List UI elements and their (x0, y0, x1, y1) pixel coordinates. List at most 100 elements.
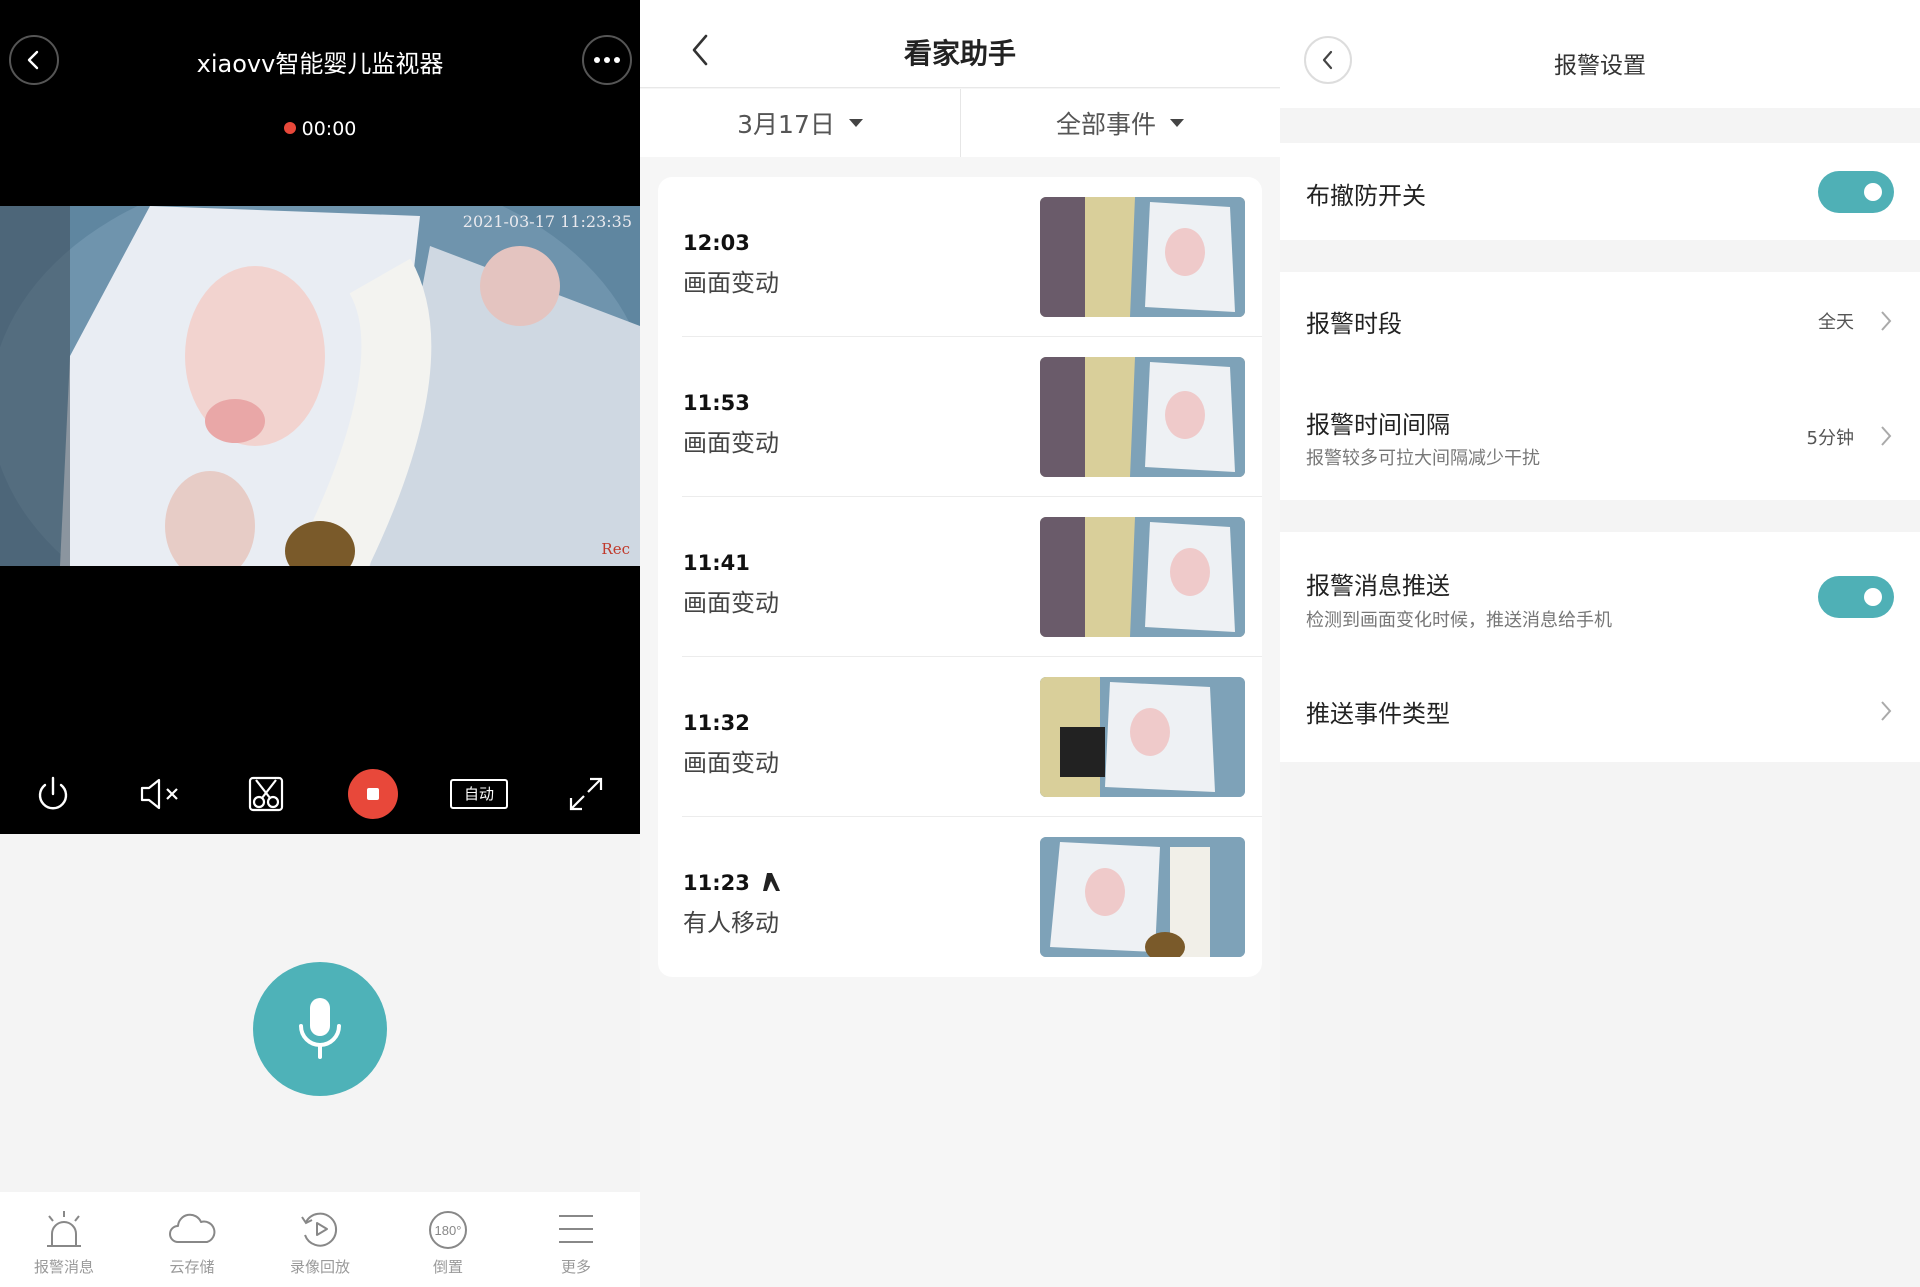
scissors-icon (248, 776, 284, 812)
rotate-180-icon: 180° (429, 1211, 467, 1249)
tab-label: 更多 (560, 1258, 591, 1276)
cloud-icon (169, 1213, 216, 1243)
event-thumbnail[interactable] (1040, 517, 1245, 637)
event-item[interactable]: 12:03 画面变动 (658, 177, 1262, 337)
tab-label: 报警消息 (33, 1258, 94, 1276)
event-item[interactable]: 11:32 画面变动 (658, 657, 1262, 817)
arm-switch-section: 布撤防开关 (1280, 143, 1920, 240)
push-label: 报警消息推送 (1306, 572, 1450, 600)
live-view-dark-area: xiaovv智能婴儿监视器 00:00 2021-03-17 11:23:35 … (0, 0, 640, 834)
event-type: 有人移动 (683, 909, 779, 937)
event-item[interactable]: 11:23 有人移动 (658, 817, 1262, 977)
tab-more[interactable]: 更多 (512, 1192, 640, 1287)
event-list: 12:03 画面变动 11:53 画面变动 11:41 画面变动 11:32 画… (658, 177, 1262, 977)
recording-indicator: 00:00 (0, 118, 640, 140)
camera-frame-image (0, 206, 640, 566)
thumbnail-image (1040, 677, 1245, 797)
alarm-period-label: 报警时段 (1306, 310, 1402, 338)
menu-icon (559, 1215, 593, 1243)
alarm-period-value: 全天 (1818, 312, 1854, 333)
thumbnail-image (1040, 517, 1245, 637)
event-thumbnail[interactable] (1040, 677, 1245, 797)
tab-flip[interactable]: 180° 倒置 (384, 1192, 512, 1287)
more-options-button[interactable] (582, 35, 632, 85)
caret-down-icon (1170, 119, 1184, 127)
quality-button[interactable]: 自动 (448, 770, 510, 818)
talk-button[interactable] (253, 962, 387, 1096)
tab-playback[interactable]: 录像回放 (256, 1192, 384, 1287)
fullscreen-button[interactable] (558, 770, 614, 818)
device-title: xiaovv智能婴儿监视器 (196, 50, 444, 78)
video-rec-mark: Rec (601, 540, 630, 558)
caret-down-icon (848, 119, 863, 127)
tab-alarm-messages[interactable]: 报警消息 (0, 1192, 128, 1287)
event-time-row: 11:23 (683, 871, 784, 895)
person-walking-icon (762, 873, 780, 891)
home-assistant-screen: 看家助手 3月17日 全部事件 12:03 画面变动 11:53 画面变动 11… (640, 0, 1280, 1287)
event-filter-label: 全部事件 (1055, 110, 1156, 139)
event-type: 画面变动 (683, 749, 779, 777)
event-time: 12:03 (683, 231, 750, 255)
power-button[interactable] (25, 770, 81, 818)
alarm-period-row[interactable]: 报警时段 全天 (1280, 272, 1920, 372)
chevron-right-icon (1881, 311, 1892, 331)
event-thumbnail[interactable] (1040, 357, 1245, 477)
event-thumbnail[interactable] (1040, 197, 1245, 317)
event-time: 11:32 (683, 711, 750, 735)
alarm-interval-value: 5分钟 (1806, 428, 1854, 449)
date-filter-label: 3月17日 (737, 110, 835, 139)
push-hint: 检测到画面变化时候，推送消息给手机 (1306, 610, 1612, 631)
alarm-icon (47, 1211, 81, 1247)
speaker-muted-icon (140, 778, 178, 810)
alarm-interval-row[interactable]: 报警时间间隔 报警较多可拉大间隔减少干扰 5分钟 (1280, 372, 1920, 500)
alarm-schedule-section: 报警时段 全天 报警时间间隔 报警较多可拉大间隔减少干扰 5分钟 (1280, 272, 1920, 500)
arm-switch-toggle[interactable] (1818, 171, 1894, 213)
tab-label: 倒置 (432, 1258, 463, 1276)
push-section: 报警消息推送 检测到画面变化时候，推送消息给手机 推送事件类型 (1280, 532, 1920, 762)
video-timestamp: 2021-03-17 11:23:35 (462, 212, 632, 231)
live-view-screen: xiaovv智能婴儿监视器 00:00 2021-03-17 11:23:35 … (0, 0, 640, 1287)
event-time: 11:23 (683, 871, 750, 895)
playback-icon (301, 1212, 338, 1247)
event-time: 11:53 (683, 391, 750, 415)
event-filter-dropdown[interactable]: 全部事件 (960, 89, 1280, 157)
thumbnail-image (1040, 357, 1245, 477)
quality-label: 自动 (450, 779, 508, 809)
expand-icon (569, 777, 603, 811)
event-item[interactable]: 11:53 画面变动 (658, 337, 1262, 497)
event-type: 画面变动 (683, 269, 779, 297)
microphone-icon (299, 998, 341, 1059)
arm-switch-label: 布撤防开关 (1306, 182, 1426, 210)
event-type: 画面变动 (683, 589, 779, 617)
tab-cloud-storage[interactable]: 云存储 (128, 1192, 256, 1287)
bottom-tab-bar: 报警消息 云存储 录像回放 180° 倒置 更多 (0, 1192, 640, 1287)
header: 报警设置 (1280, 0, 1920, 108)
camera-video-feed[interactable]: 2021-03-17 11:23:35 Rec (0, 206, 640, 566)
push-type-label: 推送事件类型 (1306, 700, 1450, 728)
event-item[interactable]: 11:41 画面变动 (658, 497, 1262, 657)
page-title: 看家助手 (903, 37, 1016, 70)
date-filter-dropdown[interactable]: 3月17日 (640, 89, 960, 157)
chevron-right-icon (1881, 701, 1892, 721)
push-type-row[interactable]: 推送事件类型 (1280, 662, 1920, 762)
recording-timer: 00:00 (301, 118, 357, 140)
stop-record-icon (348, 769, 398, 819)
thumbnail-image (1040, 837, 1245, 957)
event-type: 画面变动 (683, 429, 779, 457)
power-icon (38, 776, 68, 810)
mute-button[interactable] (133, 770, 189, 818)
event-thumbnail[interactable] (1040, 837, 1245, 957)
alarm-settings-screen: 报警设置 布撤防开关 报警时段 全天 报警时间间隔 报警较多可拉大间隔减少干扰 … (1280, 0, 1920, 1287)
chevron-left-icon (27, 50, 39, 70)
ellipsis-icon (594, 57, 620, 63)
record-dot-icon (283, 122, 296, 134)
header: 看家助手 (640, 0, 1280, 88)
screenshot-button[interactable] (238, 770, 294, 818)
tab-label: 录像回放 (289, 1258, 350, 1276)
back-button[interactable] (9, 35, 59, 85)
record-stop-button[interactable] (345, 769, 401, 819)
push-toggle[interactable] (1818, 576, 1894, 618)
tab-label: 云存储 (169, 1258, 215, 1276)
page-title: 报警设置 (1554, 53, 1646, 79)
event-time: 11:41 (683, 551, 750, 575)
